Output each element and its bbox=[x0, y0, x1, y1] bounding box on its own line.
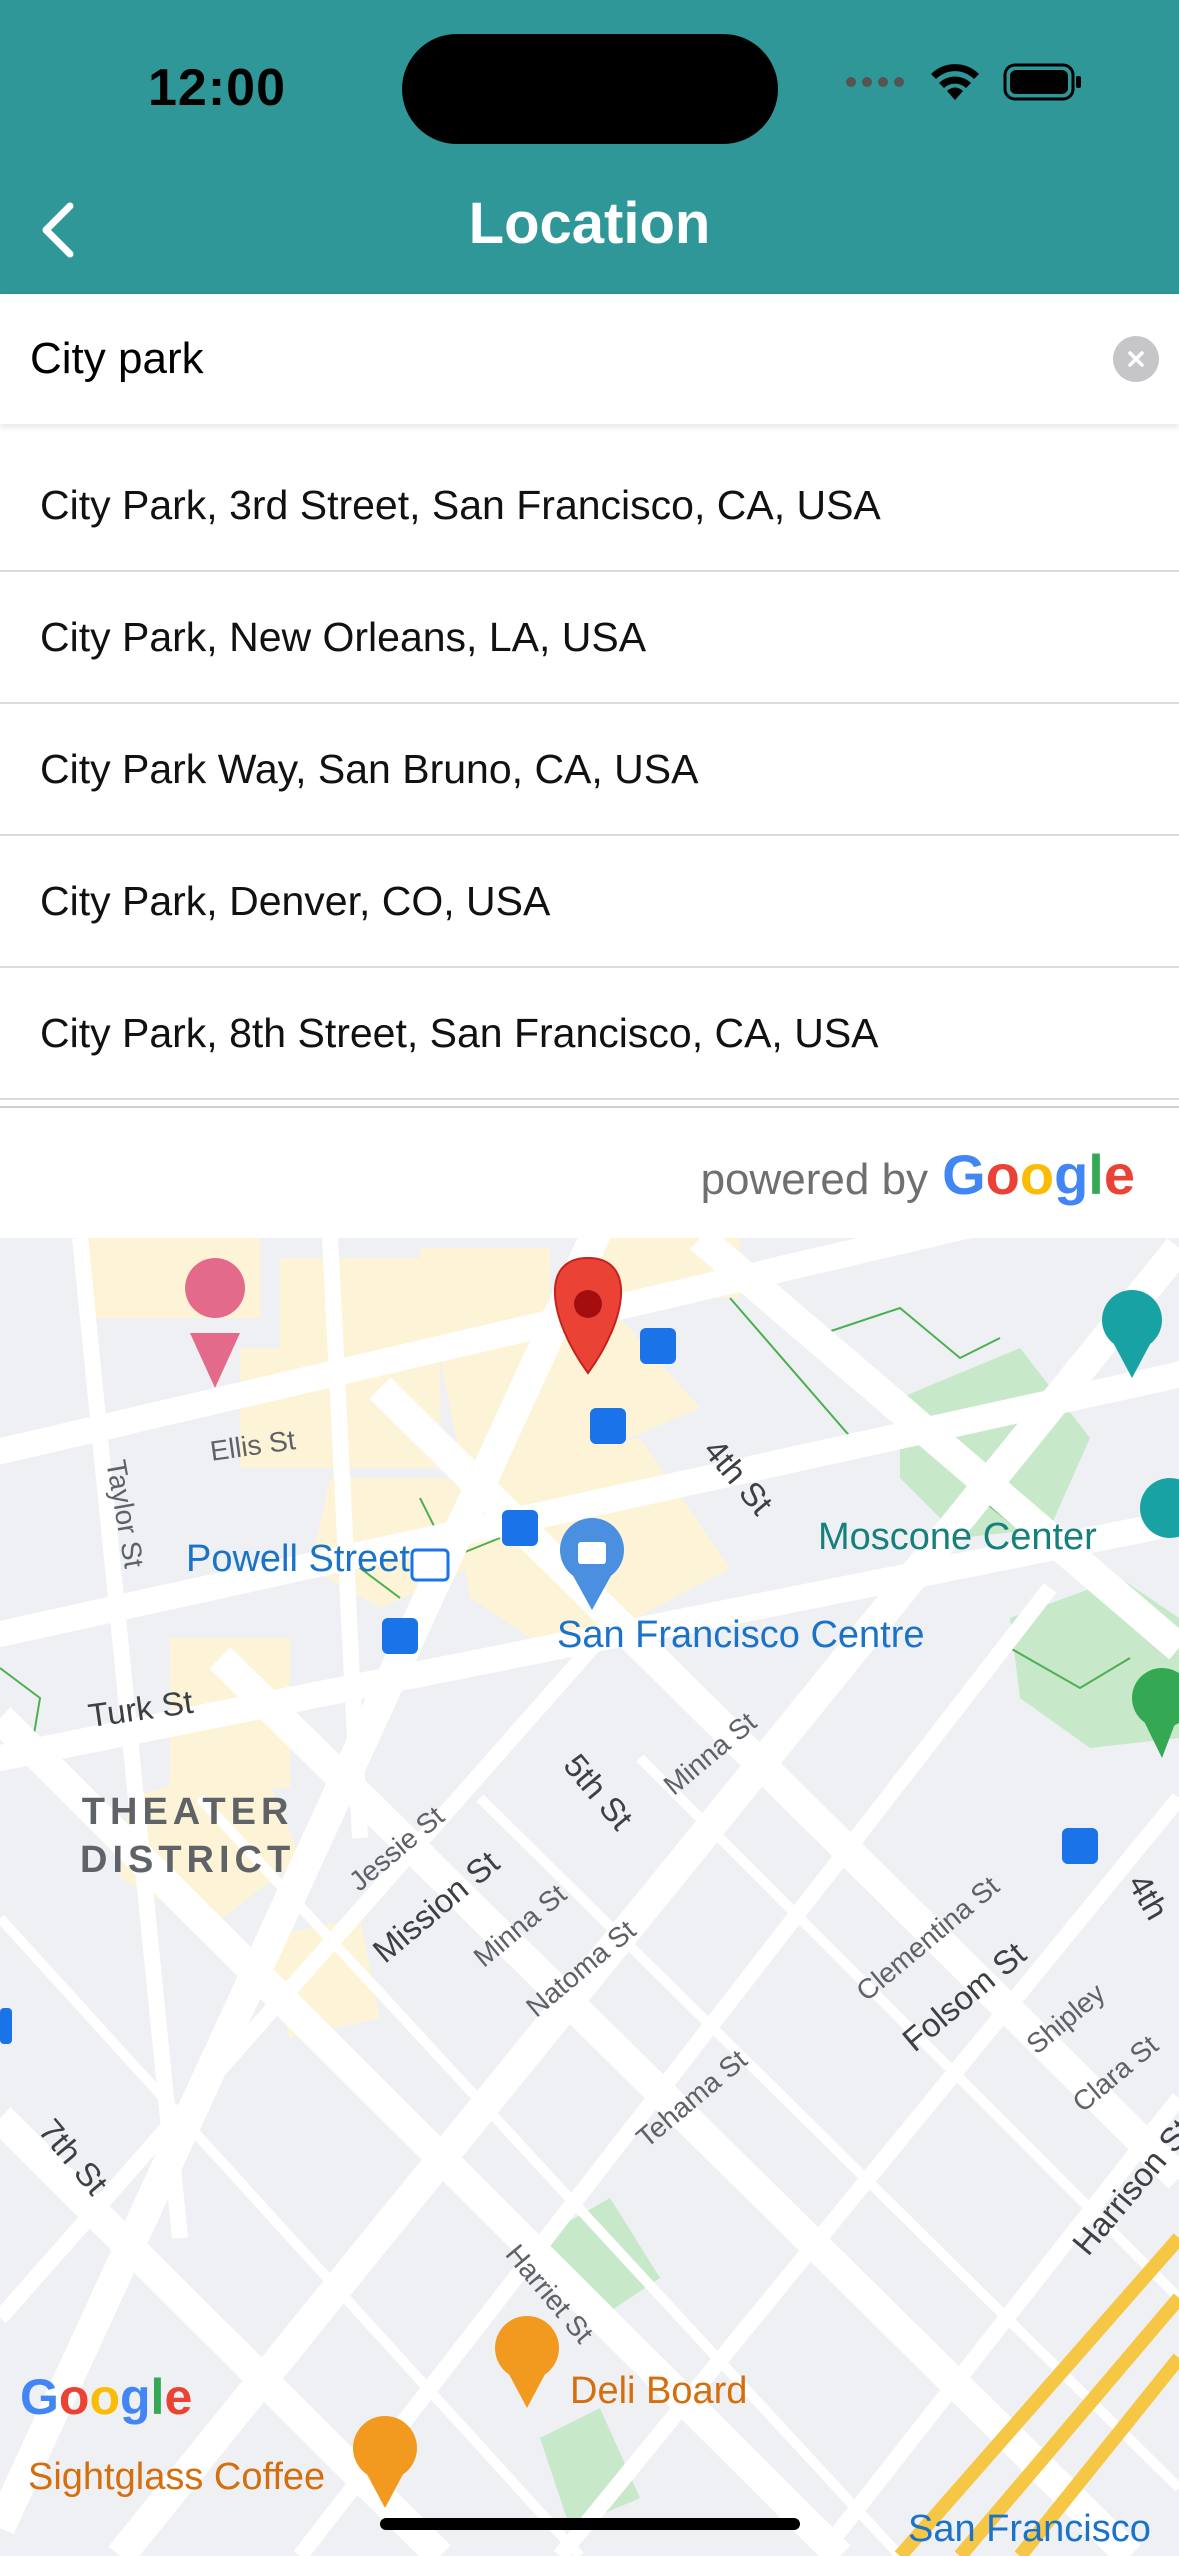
district-line-1: THEATER bbox=[81, 1791, 294, 1833]
status-time: 12:00 bbox=[148, 59, 286, 117]
suggestion-item[interactable]: City Park, New Orleans, LA, USA bbox=[0, 572, 1179, 704]
clear-x-icon bbox=[1128, 351, 1144, 367]
district-line-2: DISTRICT bbox=[80, 1839, 296, 1881]
map-view[interactable]: Ellis St Taylor St Turk St 4th St 5th St… bbox=[0, 1238, 1179, 2556]
home-indicator[interactable] bbox=[380, 2518, 800, 2530]
map-google-logo: Google bbox=[20, 2369, 193, 2425]
powered-by-label: powered by bbox=[700, 1155, 929, 1204]
suggestion-item[interactable]: City Park, Denver, CO, USA bbox=[0, 836, 1179, 968]
cellular-signal-icon bbox=[846, 77, 904, 87]
search-input[interactable] bbox=[30, 324, 1070, 394]
clear-search-button[interactable] bbox=[1113, 336, 1159, 382]
search-bar bbox=[0, 294, 1179, 424]
district-label: THEATER DISTRICT bbox=[80, 1788, 295, 1884]
place-powell-street[interactable]: Powell Street bbox=[186, 1538, 410, 1581]
place-deli-board[interactable]: Deli Board bbox=[570, 2370, 747, 2413]
place-san-francisco[interactable]: San Francisco bbox=[908, 2508, 1151, 2551]
place-sightglass-coffee[interactable]: Sightglass Coffee bbox=[28, 2456, 325, 2499]
suggestion-list: City Park, 3rd Street, San Francisco, CA… bbox=[0, 440, 1179, 1100]
battery-icon bbox=[1003, 63, 1081, 101]
suggestion-item[interactable]: City Park, 8th Street, San Francisco, CA… bbox=[0, 968, 1179, 1100]
suggestion-item[interactable]: City Park, 3rd Street, San Francisco, CA… bbox=[0, 440, 1179, 572]
status-icons bbox=[845, 62, 1083, 102]
dynamic-island bbox=[402, 34, 778, 144]
google-logo: Google bbox=[942, 1143, 1135, 1206]
place-san-francisco-centre[interactable]: San Francisco Centre bbox=[557, 1614, 925, 1657]
page-title: Location bbox=[468, 191, 711, 256]
wifi-icon bbox=[931, 64, 979, 100]
place-moscone-center[interactable]: Moscone Center bbox=[818, 1516, 1097, 1559]
powered-by-google: powered by Google bbox=[0, 1106, 1179, 1238]
suggestion-item[interactable]: City Park Way, San Bruno, CA, USA bbox=[0, 704, 1179, 836]
